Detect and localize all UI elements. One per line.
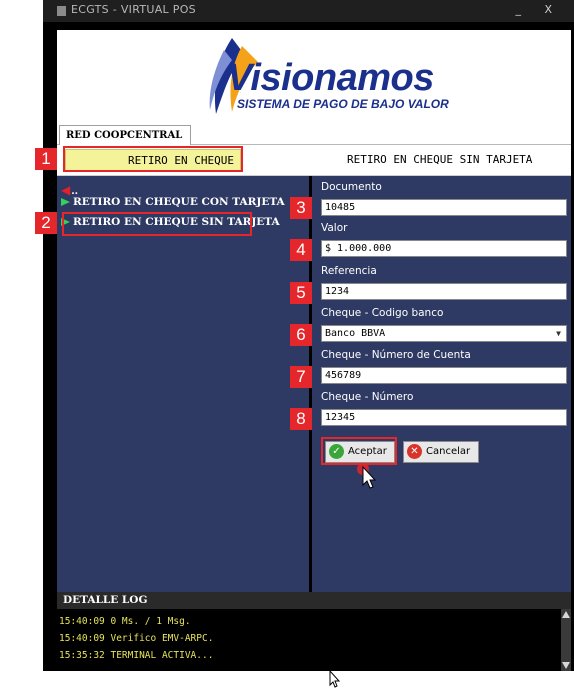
cancel-icon: ✕ xyxy=(407,444,422,459)
codigo-banco-label: Cheque - Codigo banco xyxy=(321,307,444,319)
log-line: 15:40:09 0 Ms. / 1 Msg. xyxy=(59,616,191,627)
highlight-box-2 xyxy=(62,212,252,236)
cancelar-label: Cancelar xyxy=(426,446,471,457)
window-title: ECGTS - VIRTUAL POS xyxy=(71,3,196,16)
scroll-down-icon[interactable] xyxy=(562,662,570,669)
log-title: DETALLE LOG xyxy=(57,592,571,609)
tab-strip: RED COOPCENTRAL xyxy=(57,122,571,145)
referencia-input[interactable]: 1234 xyxy=(321,283,567,300)
numero-cheque-label: Cheque - Número xyxy=(321,391,414,403)
log-line: 15:40:09 Verifico EMV-ARPC. xyxy=(59,633,214,644)
app-icon xyxy=(57,6,66,16)
step-badge: 5 xyxy=(290,282,312,304)
flag-icon xyxy=(61,198,70,206)
menu-item-label: RETIRO EN CHEQUE CON TARJETA xyxy=(73,196,285,208)
logo-subtitle: SISTEMA DE PAGO DE BAJO VALOR xyxy=(237,97,449,111)
step-badge: 1 xyxy=(35,148,57,170)
back-arrow-icon: ◀ xyxy=(61,183,71,197)
valor-label: Valor xyxy=(321,222,348,234)
step-badge: 6 xyxy=(290,324,312,346)
mouse-pointer-icon xyxy=(329,670,341,688)
back-button[interactable]: ◀.. xyxy=(61,183,78,197)
log-panel: DETALLE LOG 15:40:09 0 Ms. / 1 Msg. 15:4… xyxy=(57,592,571,671)
step-badge: 3 xyxy=(290,197,312,219)
step-badge: 2 xyxy=(35,212,57,234)
form-title: RETIRO EN CHEQUE SIN TARJETA xyxy=(347,153,533,166)
codigo-banco-value: Banco BBVA xyxy=(325,328,386,339)
logo-banner: Visionamos SISTEMA DE PAGO DE BAJO VALOR xyxy=(57,30,571,122)
numero-cuenta-label: Cheque - Número de Cuenta xyxy=(321,349,471,361)
documento-input[interactable]: 10485 xyxy=(321,199,567,216)
numero-cuenta-input[interactable]: 456789 xyxy=(321,367,567,384)
main-panel: ◀.. RETIRO EN CHEQUE CON TARJETA RETIRO … xyxy=(57,176,571,688)
valor-input[interactable]: $ 1.000.000 xyxy=(321,240,567,257)
documento-label: Documento xyxy=(321,181,382,193)
numero-cheque-input[interactable]: 12345 xyxy=(321,409,567,426)
window-controls[interactable]: _ X xyxy=(515,3,562,16)
referencia-label: Referencia xyxy=(321,265,377,277)
step-badge: 4 xyxy=(290,239,312,261)
scroll-up-icon[interactable] xyxy=(562,611,570,618)
mouse-cursor-icon xyxy=(357,463,377,489)
codigo-banco-select[interactable]: Banco BBVA ▼ xyxy=(321,325,567,342)
logo-title: Visionamos xyxy=(227,57,434,99)
menu-item-retiro-con-tarjeta[interactable]: RETIRO EN CHEQUE CON TARJETA xyxy=(61,196,285,208)
log-line: 15:35:32 TERMINAL ACTIVA... xyxy=(59,650,214,661)
tab-red-coopcentral[interactable]: RED COOPCENTRAL xyxy=(59,125,192,145)
step-badge: 7 xyxy=(290,366,312,388)
highlight-box-aceptar xyxy=(321,437,397,465)
title-bar: ECGTS - VIRTUAL POS _ X xyxy=(43,0,574,22)
log-scrollbar[interactable] xyxy=(561,609,571,671)
cancelar-button[interactable]: ✕ Cancelar xyxy=(403,441,479,463)
chevron-down-icon[interactable]: ▼ xyxy=(556,326,561,341)
highlight-box-1 xyxy=(63,146,243,172)
step-badge: 8 xyxy=(290,408,312,430)
